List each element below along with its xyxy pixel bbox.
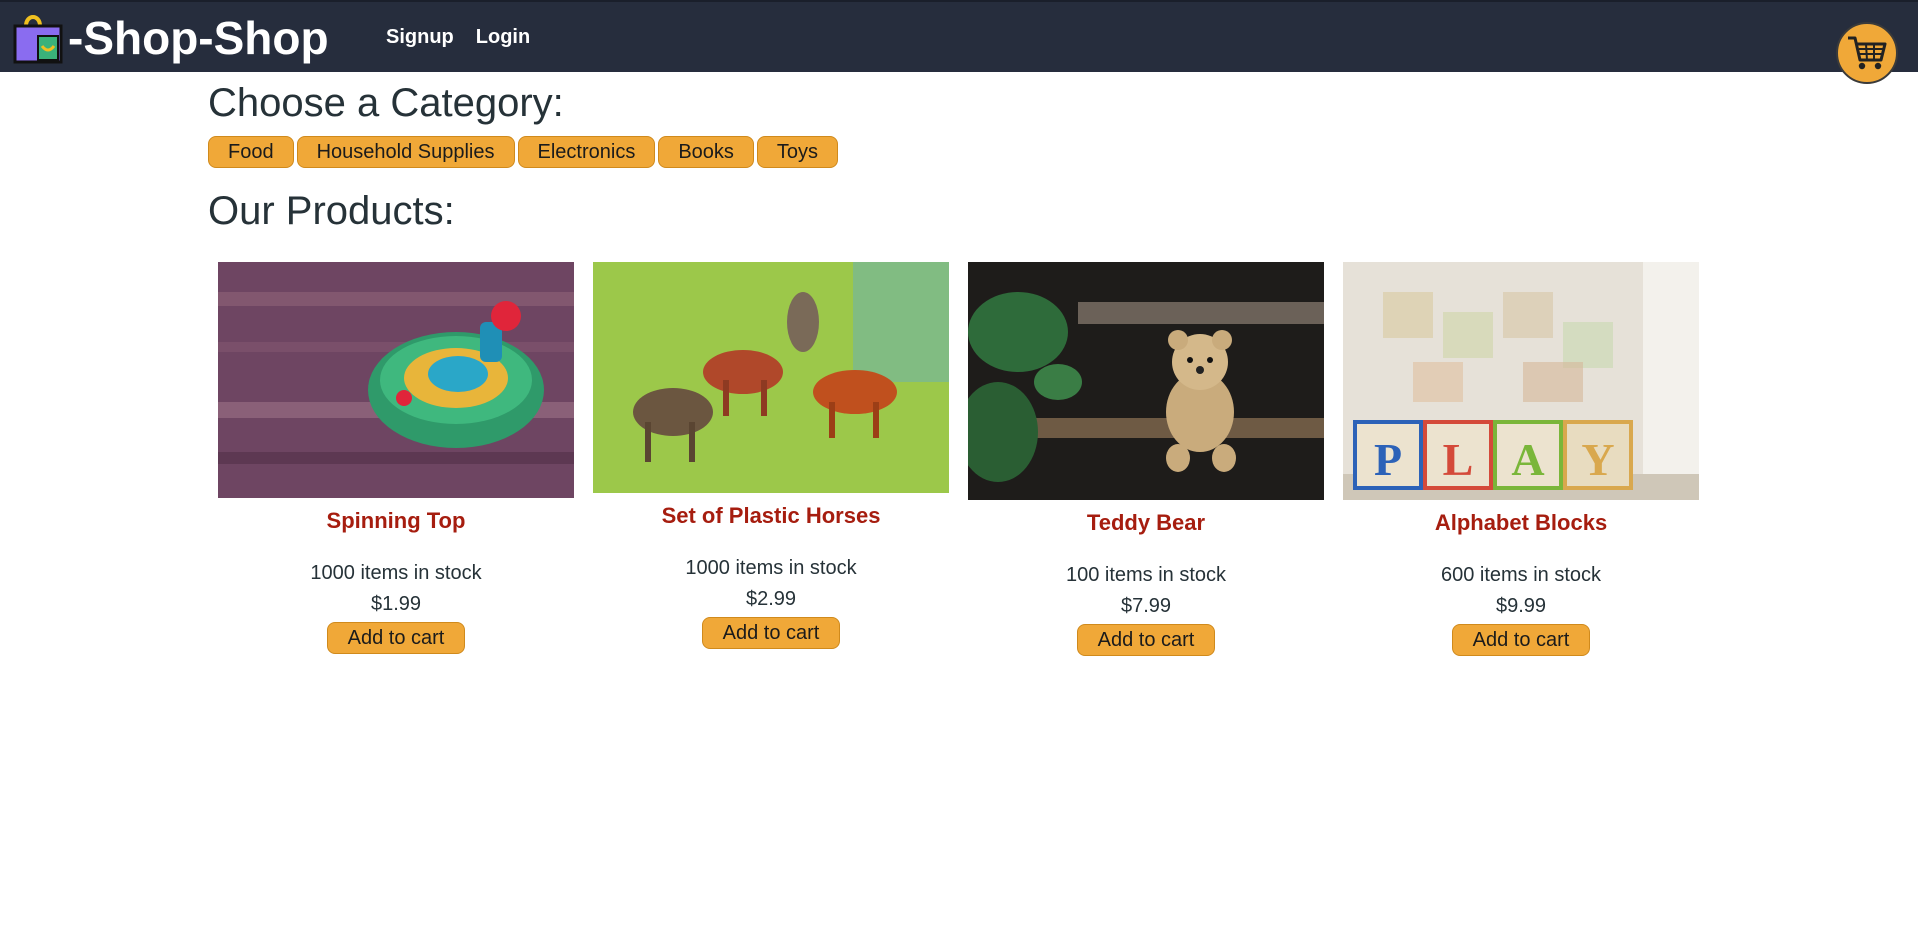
main-content: Choose a Category: Food Household Suppli… — [208, 78, 1708, 696]
products-heading: Our Products: — [208, 189, 455, 233]
svg-text:L: L — [1443, 434, 1474, 485]
category-button-household-supplies[interactable]: Household Supplies — [296, 136, 515, 168]
stock-label: 600 items in stock — [1440, 564, 1602, 586]
product-card: Set of Plastic Horses 1000 items in stoc… — [593, 262, 949, 649]
add-to-cart-button[interactable]: Add to cart — [1077, 624, 1215, 656]
add-to-cart-button[interactable]: Add to cart — [1452, 624, 1590, 656]
category-heading: Choose a Category: — [208, 81, 564, 125]
price-label: $7.99 — [1120, 595, 1172, 617]
stock-label: 1000 items in stock — [685, 557, 857, 579]
shopping-bag-icon — [13, 15, 63, 64]
add-to-cart-button[interactable]: Add to cart — [702, 617, 840, 649]
category-button-electronics[interactable]: Electronics — [517, 136, 656, 168]
teddy-bear-photo[interactable] — [968, 262, 1324, 500]
price-label: $1.99 — [370, 593, 422, 615]
brand-link[interactable]: -Shop-Shop — [12, 10, 329, 66]
category-button-books[interactable]: Books — [658, 136, 754, 168]
navbar: -Shop-Shop Signup Login — [0, 0, 1918, 72]
category-button-toys[interactable]: Toys — [756, 136, 839, 168]
svg-text:P: P — [1374, 434, 1402, 485]
product-name-link[interactable]: Set of Plastic Horses — [593, 503, 949, 529]
product-name-link[interactable]: Spinning Top — [218, 508, 574, 534]
category-button-food[interactable]: Food — [208, 136, 294, 168]
brand-text: -Shop-Shop — [68, 12, 329, 64]
spinning-top-photo[interactable] — [218, 262, 574, 498]
category-list: Food Household Supplies Electronics Book… — [208, 136, 1708, 168]
cart-button[interactable] — [1836, 22, 1898, 84]
product-card: P L A Y Alphabet Blocks 600 items in sto… — [1343, 262, 1699, 656]
add-to-cart-button[interactable]: Add to cart — [327, 622, 465, 654]
plastic-horses-photo[interactable] — [593, 262, 949, 493]
signup-link[interactable]: Signup — [386, 26, 454, 49]
login-link[interactable]: Login — [476, 26, 530, 49]
product-card: Spinning Top 1000 items in stock $1.99 A… — [218, 262, 574, 654]
product-card: Teddy Bear 100 items in stock $7.99 Add … — [968, 262, 1324, 656]
product-name-link[interactable]: Teddy Bear — [968, 510, 1324, 536]
alphabet-blocks-photo[interactable]: P L A Y — [1343, 262, 1699, 500]
svg-text:A: A — [1511, 434, 1544, 485]
product-name-link[interactable]: Alphabet Blocks — [1343, 510, 1699, 536]
stock-label: 1000 items in stock — [310, 562, 482, 584]
price-label: $9.99 — [1495, 595, 1547, 617]
stock-label: 100 items in stock — [1065, 564, 1227, 586]
price-label: $2.99 — [745, 588, 797, 610]
product-list: Spinning Top 1000 items in stock $1.99 A… — [208, 236, 1708, 696]
nav-links: Signup Login — [386, 26, 530, 49]
shopping-cart-icon — [1848, 36, 1887, 70]
svg-text:Y: Y — [1581, 434, 1614, 485]
